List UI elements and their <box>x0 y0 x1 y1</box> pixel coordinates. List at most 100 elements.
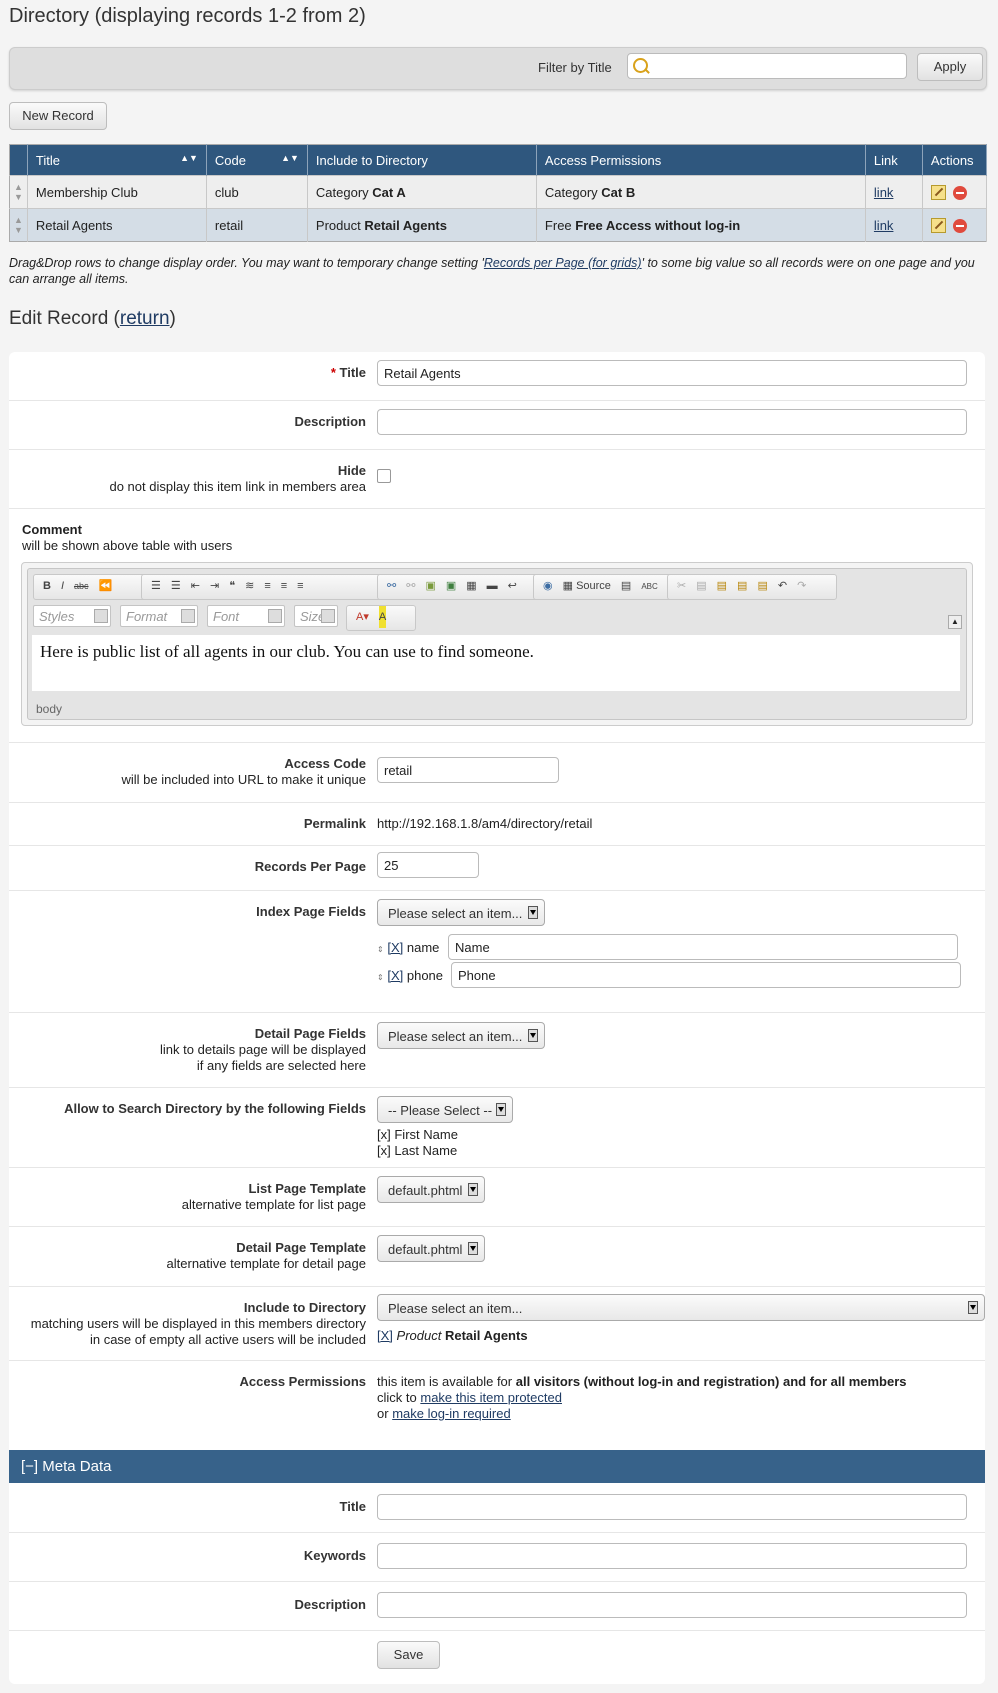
spellcheck-icon[interactable]: ABC <box>641 576 657 598</box>
size-combo[interactable]: Size <box>294 605 338 627</box>
text-color-icon[interactable]: A▾ <box>356 606 369 628</box>
table-row[interactable]: ▲ ▼ Membership Club club Category Cat A C… <box>9 175 988 209</box>
return-link[interactable]: return <box>120 308 170 329</box>
meta-data-section-header[interactable]: [−] Meta Data <box>9 1450 985 1483</box>
edit-icon[interactable] <box>930 218 946 234</box>
strike-icon[interactable]: abc <box>74 575 89 597</box>
eraser-icon[interactable]: ⏪ <box>99 575 113 597</box>
row-detail-fields: Detail Page Fields link to details page w… <box>9 1012 985 1088</box>
align-right-icon[interactable]: ≡ <box>297 575 303 597</box>
templates-icon[interactable]: ▤ <box>621 575 631 597</box>
image-icon[interactable]: ▣ <box>425 575 435 597</box>
drag-handle-icon[interactable]: ▲ ▼ <box>9 175 28 209</box>
row-records-per-page: Records Per Page <box>9 845 985 891</box>
paste-word-icon[interactable]: ▤ <box>757 575 767 597</box>
apply-button[interactable]: Apply <box>917 53 983 81</box>
row-meta-title: Title <box>9 1483 985 1533</box>
save-button[interactable]: Save <box>377 1641 440 1669</box>
filter-bar: Filter by Title Apply <box>9 47 987 90</box>
page-break-icon[interactable]: ↩ <box>508 575 517 597</box>
cut-icon[interactable]: ✂ <box>677 575 686 597</box>
hide-checkbox[interactable] <box>377 469 391 483</box>
collapse-toolbar-icon[interactable]: ▲ <box>948 615 962 629</box>
remove-search-field[interactable]: [x] <box>377 1143 391 1158</box>
paste-text-icon[interactable]: ▤ <box>737 575 747 597</box>
indent-icon[interactable]: ⇥ <box>210 575 219 597</box>
paste-icon[interactable]: ▤ <box>717 575 727 597</box>
index-field-label-input[interactable] <box>448 934 958 960</box>
table-row[interactable]: ▲ ▼ Retail Agents retail Product Retail A… <box>9 208 988 242</box>
unlink-icon[interactable]: ⚯ <box>406 575 415 597</box>
copy-icon[interactable]: ▤ <box>696 575 706 597</box>
align-left-icon[interactable]: ≡ <box>264 575 270 597</box>
cell-access: Free Free Access without log-in <box>536 208 866 242</box>
index-field-label-input[interactable] <box>451 962 961 988</box>
records-per-page-link[interactable]: Records per Page (for grids) <box>484 256 642 270</box>
remove-field-link[interactable]: [X] <box>387 940 403 955</box>
detail-fields-sublabel-2: if any fields are selected here <box>196 1058 366 1073</box>
access-code-input[interactable] <box>377 757 559 783</box>
column-title[interactable]: Title ▲▼ <box>27 144 207 176</box>
horizontal-rule-icon[interactable]: ▬ <box>487 575 498 597</box>
drag-handle-icon[interactable]: ⇕ <box>377 973 384 982</box>
meta-keywords-input[interactable] <box>377 1543 967 1569</box>
filter-title-input[interactable] <box>652 56 906 78</box>
undo-icon[interactable]: ↶ <box>778 575 787 597</box>
maximize-icon[interactable]: ◉ <box>543 575 553 597</box>
editor-content[interactable]: Here is public list of all agents in our… <box>32 635 960 691</box>
edit-icon[interactable] <box>930 185 946 201</box>
index-fields-select[interactable]: Please select an item... <box>377 899 545 926</box>
description-input[interactable] <box>377 409 967 435</box>
delete-icon[interactable] <box>952 218 967 233</box>
make-protected-link[interactable]: make this item protected <box>420 1390 562 1405</box>
row-link[interactable]: link <box>874 185 894 200</box>
styles-combo[interactable]: Styles <box>33 605 111 627</box>
detail-fields-select-label: Please select an item... <box>388 1029 523 1044</box>
field-name: name <box>406 940 440 955</box>
description-label: Description <box>294 414 366 429</box>
outdent-icon[interactable]: ⇤ <box>191 575 200 597</box>
remove-field-link[interactable]: [X] <box>387 968 403 983</box>
italic-icon[interactable]: I <box>61 575 64 597</box>
bg-color-icon[interactable]: A <box>378 606 387 628</box>
search-field-name: First Name <box>394 1127 458 1142</box>
detail-template-select[interactable]: default.phtml <box>377 1235 485 1262</box>
meta-title-input[interactable] <box>377 1494 967 1520</box>
row-link[interactable]: link <box>874 218 894 233</box>
blockquote-icon[interactable]: ❝ <box>229 575 235 597</box>
drag-handle-icon[interactable]: ▲ ▼ <box>9 208 28 242</box>
search-fields-select[interactable]: -- Please Select -- <box>377 1096 513 1123</box>
source-button[interactable]: ▦ Source <box>563 575 611 597</box>
records-per-page-input[interactable] <box>377 852 479 878</box>
list-template-select[interactable]: default.phtml <box>377 1176 485 1203</box>
delete-icon[interactable] <box>952 185 967 200</box>
bold-icon[interactable]: B <box>43 575 51 597</box>
drag-handle-icon[interactable]: ⇕ <box>377 945 384 954</box>
redo-icon[interactable]: ↷ <box>797 575 806 597</box>
table-icon[interactable]: ▦ <box>466 575 476 597</box>
styles-combo-label: Styles <box>39 609 75 624</box>
column-code[interactable]: Code ▲▼ <box>206 144 308 176</box>
collapse-toggle-icon[interactable]: [−] <box>21 1458 38 1475</box>
align-center-icon[interactable]: ≡ <box>281 575 287 597</box>
include-directory-select[interactable]: Please select an item... <box>377 1294 985 1321</box>
chevron-down-icon <box>94 609 108 623</box>
format-combo[interactable]: Format <box>120 605 198 627</box>
font-combo[interactable]: Font <box>207 605 285 627</box>
directory-grid: Title ▲▼ Code ▲▼ Include to Directory Acce… <box>9 144 988 242</box>
detail-fields-select[interactable]: Please select an item... <box>377 1022 545 1049</box>
page-title: Directory (displaying records 1-2 from 2… <box>9 5 366 27</box>
new-record-button[interactable]: New Record <box>9 102 107 130</box>
title-input[interactable] <box>377 360 967 386</box>
remove-include-link[interactable]: [X] <box>377 1328 393 1343</box>
filter-input-box[interactable] <box>627 53 907 79</box>
link-icon[interactable]: ⚯ <box>387 575 396 597</box>
make-login-required-link[interactable]: make log-in required <box>392 1406 511 1421</box>
meta-description-input[interactable] <box>377 1592 967 1618</box>
numbered-list-icon[interactable]: ☰ <box>151 575 161 597</box>
bulleted-list-icon[interactable]: ☰ <box>171 575 181 597</box>
div-icon[interactable]: ≋ <box>245 575 254 597</box>
remove-search-field[interactable]: [x] <box>377 1127 391 1142</box>
row-access-code: Access Code will be included into URL to … <box>9 742 985 803</box>
flash-icon[interactable]: ▣ <box>446 575 456 597</box>
